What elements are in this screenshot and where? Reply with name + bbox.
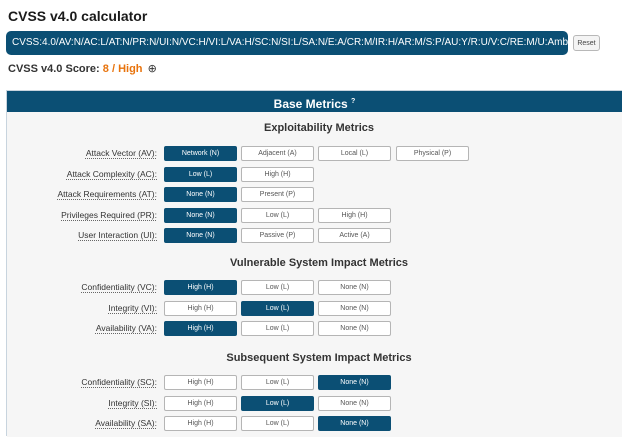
page-title: CVSS v4.0 calculator <box>8 8 148 24</box>
group-title-subsequent-system-impact-metrics: Subsequent System Impact Metrics <box>226 352 412 364</box>
metric-label-privileges-required-pr: Privileges Required (PR): <box>61 209 157 220</box>
option-confidentiality-sc-none-n[interactable]: None (N) <box>318 375 391 390</box>
option-integrity-si-none-n[interactable]: None (N) <box>318 395 391 411</box>
option-availability-sa-low-l[interactable]: Low (L) <box>241 416 314 431</box>
help-icon[interactable]: ? <box>351 98 355 105</box>
option-integrity-vi-low-l[interactable]: Low (L) <box>241 300 314 316</box>
option-attack-vector-av-adjacent-a[interactable]: Adjacent (A) <box>241 146 314 161</box>
score-value: 8 / High <box>102 63 143 75</box>
option-integrity-si-high-h[interactable]: High (H) <box>164 395 237 411</box>
score-label: CVSS v4.0 Score: <box>8 63 100 75</box>
option-attack-vector-av-local-l[interactable]: Local (L) <box>318 146 391 161</box>
metric-label-availability-sa: Availability (SA): <box>95 418 157 428</box>
option-attack-requirements-at-present-p[interactable]: Present (P) <box>241 187 314 202</box>
metric-label-attack-complexity-ac: Attack Complexity (AC): <box>66 168 157 179</box>
metric-label-integrity-si: Integrity (SI): <box>108 397 157 408</box>
option-attack-requirements-at-none-n[interactable]: None (N) <box>164 187 237 202</box>
metric-label-availability-va: Availability (VA): <box>95 323 157 333</box>
plus-circle-icon[interactable]: ⊕ <box>148 63 157 75</box>
option-integrity-vi-high-h[interactable]: High (H) <box>164 300 237 316</box>
option-confidentiality-sc-high-h[interactable]: High (H) <box>164 375 237 390</box>
option-confidentiality-vc-high-h[interactable]: High (H) <box>164 280 237 295</box>
cvss-vector-string[interactable]: CVSS:4.0/AV:N/AC:L/AT:N/PR:N/UI:N/VC:H/V… <box>6 31 568 55</box>
metric-label-confidentiality-sc: Confidentiality (SC): <box>81 377 157 387</box>
option-privileges-required-pr-low-l[interactable]: Low (L) <box>241 207 314 223</box>
panel-body: Exploitability Metrics Attack Vector (AV)… <box>7 112 622 437</box>
option-privileges-required-pr-high-h[interactable]: High (H) <box>318 207 391 223</box>
option-integrity-vi-none-n[interactable]: None (N) <box>318 300 391 316</box>
option-availability-sa-high-h[interactable]: High (H) <box>164 416 237 431</box>
panel-title: Base Metrics <box>273 97 348 111</box>
option-availability-va-none-n[interactable]: None (N) <box>318 321 391 336</box>
option-availability-va-high-h[interactable]: High (H) <box>164 321 237 336</box>
option-confidentiality-vc-low-l[interactable]: Low (L) <box>241 280 314 295</box>
option-user-interaction-ui-passive-p[interactable]: Passive (P) <box>241 228 314 243</box>
option-attack-vector-av-network-n[interactable]: Network (N) <box>164 146 237 161</box>
metric-label-user-interaction-ui: User Interaction (UI): <box>78 230 157 240</box>
group-title-exploitability-metrics: Exploitability Metrics <box>263 122 375 134</box>
option-user-interaction-ui-active-a[interactable]: Active (A) <box>318 228 391 243</box>
panel-header: Base Metrics ? <box>7 91 622 112</box>
option-attack-complexity-ac-high-h[interactable]: High (H) <box>241 166 314 182</box>
reset-button[interactable]: Reset <box>573 35 600 51</box>
option-confidentiality-sc-low-l[interactable]: Low (L) <box>241 375 314 390</box>
option-availability-va-low-l[interactable]: Low (L) <box>241 321 314 336</box>
group-title-vulnerable-system-impact-metrics: Vulnerable System Impact Metrics <box>229 257 409 269</box>
metric-label-integrity-vi: Integrity (VI): <box>108 302 157 313</box>
metric-label-confidentiality-vc: Confidentiality (VC): <box>81 282 157 292</box>
option-user-interaction-ui-none-n[interactable]: None (N) <box>164 228 237 243</box>
base-metrics-panel: Base Metrics ? Exploitability Metrics Att… <box>6 90 622 437</box>
metric-label-attack-vector-av: Attack Vector (AV): <box>85 148 157 158</box>
option-attack-complexity-ac-low-l[interactable]: Low (L) <box>164 166 237 182</box>
option-attack-vector-av-physical-p[interactable]: Physical (P) <box>396 146 469 161</box>
metric-label-attack-requirements-at: Attack Requirements (AT): <box>57 189 157 199</box>
score-line: CVSS v4.0 Score: 8 / High ⊕ <box>8 62 157 75</box>
option-confidentiality-vc-none-n[interactable]: None (N) <box>318 280 391 295</box>
option-availability-sa-none-n[interactable]: None (N) <box>318 416 391 431</box>
option-integrity-si-low-l[interactable]: Low (L) <box>241 395 314 411</box>
option-privileges-required-pr-none-n[interactable]: None (N) <box>164 207 237 223</box>
